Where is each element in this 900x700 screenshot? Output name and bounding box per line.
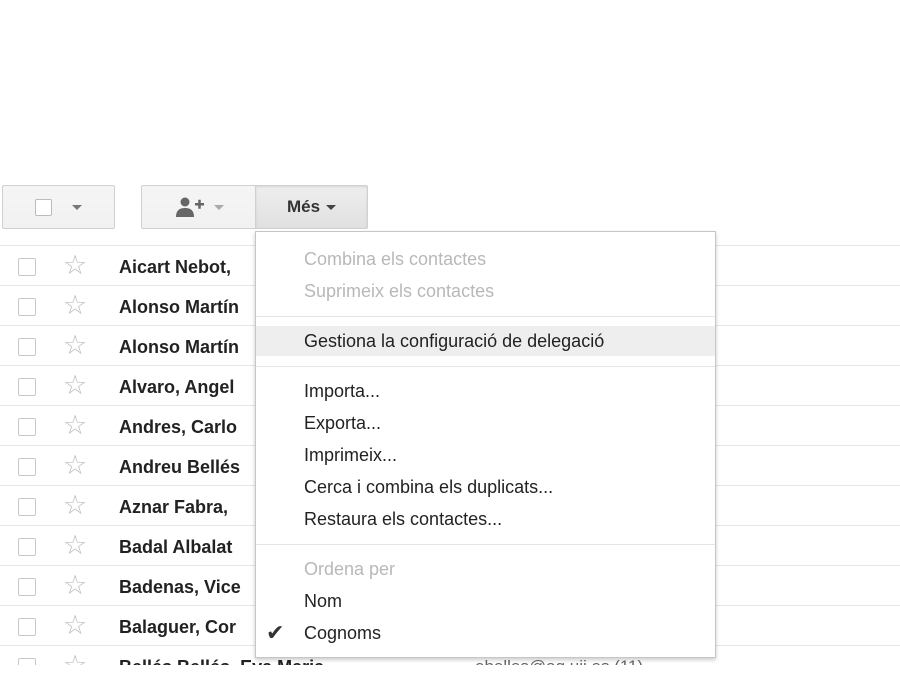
star-outline-icon[interactable]: ☆ (63, 572, 87, 599)
row-checkbox[interactable] (18, 658, 36, 665)
star-outline-icon[interactable]: ☆ (63, 292, 87, 319)
row-checkbox[interactable] (18, 298, 36, 316)
menu-item-export[interactable]: Exporta... (256, 408, 715, 438)
star-outline-icon[interactable]: ☆ (63, 652, 87, 666)
toolbar: Més (0, 185, 900, 231)
menu-item-sort-last-name[interactable]: ✔ Cognoms (256, 618, 715, 648)
contact-name: Andres, Carlo (119, 417, 238, 437)
row-checkbox[interactable] (18, 618, 36, 636)
add-person-icon (175, 197, 204, 217)
menu-item-delegation-settings[interactable]: Gestiona la configuració de delegació (256, 326, 715, 356)
row-checkbox[interactable] (18, 378, 36, 396)
contact-name: Alvaro, Angel (119, 377, 235, 397)
menu-item-restore-contacts[interactable]: Restaura els contactes... (256, 504, 715, 534)
menu-item-print[interactable]: Imprimeix... (256, 440, 715, 470)
contact-name: Balaguer, Cor (119, 617, 237, 637)
star-outline-icon[interactable]: ☆ (63, 492, 87, 519)
star-outline-icon[interactable]: ☆ (63, 372, 87, 399)
contact-name: Aicart Nebot, (119, 257, 232, 277)
menu-item-import[interactable]: Importa... (256, 376, 715, 406)
menu-divider (256, 544, 715, 545)
chevron-down-icon (326, 204, 337, 210)
contact-email: ebelles@ag.uji.es (11) (475, 657, 643, 665)
star-outline-icon[interactable]: ☆ (63, 252, 87, 279)
star-outline-icon[interactable]: ☆ (63, 612, 87, 639)
menu-heading-sort-by: Ordena per (304, 559, 396, 579)
row-checkbox[interactable] (18, 338, 36, 356)
menu-item-label: Cognoms (304, 623, 382, 643)
menu-item-sort-first-name[interactable]: Nom (256, 586, 715, 616)
contact-name: Alonso Martín (119, 337, 239, 357)
add-contact-button[interactable] (141, 185, 255, 229)
contact-name: Aznar Fabra, (119, 497, 229, 517)
contact-name: Andreu Bellés (119, 457, 241, 477)
row-checkbox[interactable] (18, 578, 36, 596)
row-checkbox[interactable] (18, 498, 36, 516)
menu-divider (256, 316, 715, 317)
star-outline-icon[interactable]: ☆ (63, 452, 87, 479)
menu-item-delete-contacts: Suprimeix els contactes (304, 281, 495, 301)
chevron-down-icon (213, 204, 224, 210)
contact-name: Badal Albalat (119, 537, 233, 557)
menu-item-find-duplicates[interactable]: Cerca i combina els duplicats... (256, 472, 715, 502)
row-checkbox[interactable] (18, 458, 36, 476)
menu-item-merge-contacts: Combina els contactes (304, 249, 487, 269)
contact-name: Bellés Bellés, Eva Maria (119, 657, 324, 665)
select-all-button[interactable] (2, 185, 115, 229)
more-actions-menu: Combina els contactes Suprimeix els cont… (255, 231, 716, 658)
more-button[interactable]: Més (255, 185, 368, 229)
select-checkbox-icon (35, 198, 52, 216)
contact-name: Badenas, Vice (119, 577, 241, 597)
star-outline-icon[interactable]: ☆ (63, 412, 87, 439)
contact-name: Alonso Martín (119, 297, 239, 317)
row-checkbox[interactable] (18, 258, 36, 276)
row-checkbox[interactable] (18, 418, 36, 436)
menu-divider (256, 366, 715, 367)
row-checkbox[interactable] (18, 538, 36, 556)
chevron-down-icon (72, 204, 82, 210)
star-outline-icon[interactable]: ☆ (63, 532, 87, 559)
more-button-label: Més (286, 197, 321, 216)
star-outline-icon[interactable]: ☆ (63, 332, 87, 359)
check-icon: ✔ (266, 620, 285, 645)
